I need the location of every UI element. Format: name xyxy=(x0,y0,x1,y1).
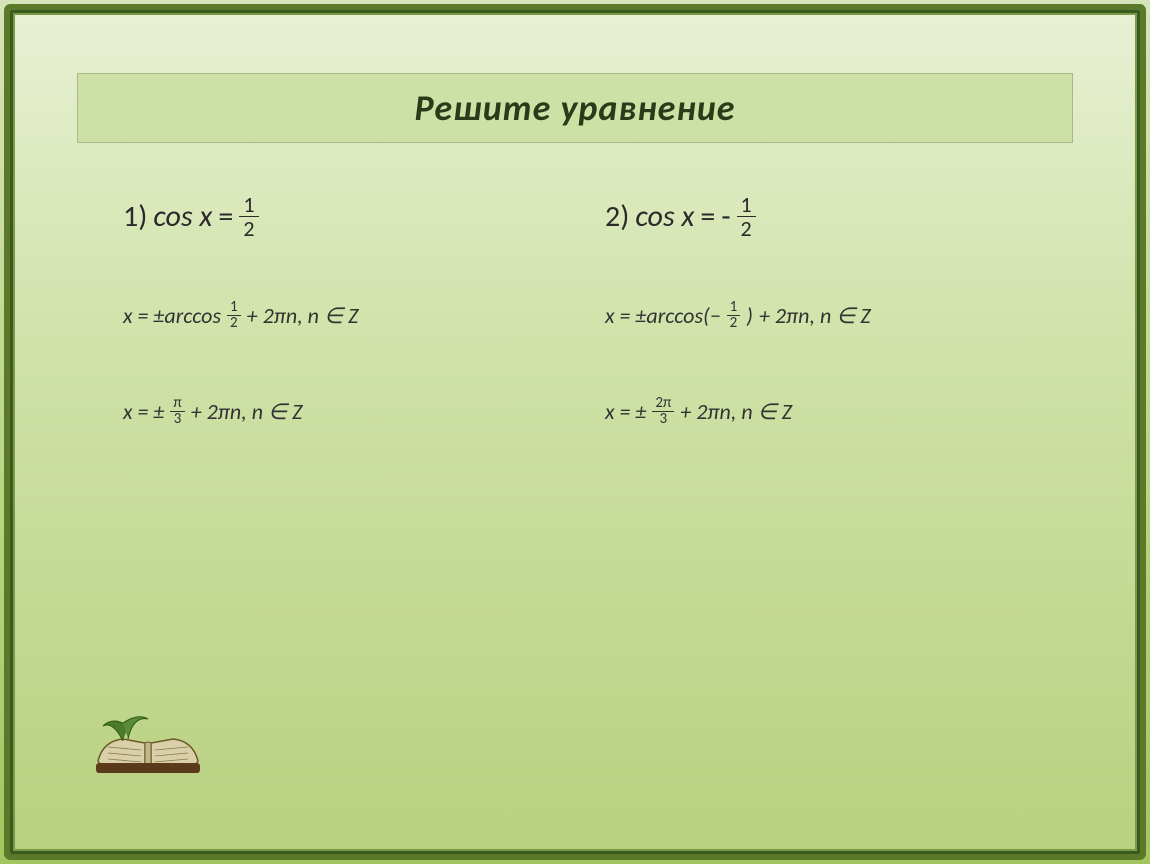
slide-title: Решите уравнение xyxy=(415,86,736,130)
content-area: 1) cos x = 1 2 x = ±arccos 1 2 + 2πn, n … xyxy=(43,193,1107,492)
sol-text: x = ± xyxy=(123,398,164,425)
frac-bot: 2 xyxy=(727,316,741,331)
sol-text: x = ±arccos xyxy=(123,302,221,329)
problem-1-solution-step-1: x = ±arccos 1 2 + 2πn, n ∈ Z xyxy=(123,300,545,331)
sol-suffix: + 2πn, n ∈ Z xyxy=(247,302,359,329)
problem-2-solution-step-2: x = ± 2π 3 + 2πn, n ∈ Z xyxy=(605,396,1027,427)
frac-bot: 3 xyxy=(171,412,185,427)
close-paren: ) xyxy=(746,302,753,329)
frac-bot: 2 xyxy=(227,316,241,331)
problem-2-label: 2) xyxy=(605,198,629,235)
problem-1-lhs: cos x xyxy=(153,198,212,235)
neg-sign: - xyxy=(721,198,730,235)
problem-2-lhs: cos x xyxy=(635,198,694,235)
problem-1-solution-step-2: x = ± π 3 + 2πn, n ∈ Z xyxy=(123,396,545,427)
sol-fraction: π 3 xyxy=(170,396,184,427)
frac-top: 1 xyxy=(737,193,756,217)
sol-suffix: + 2πn, n ∈ Z xyxy=(680,398,792,425)
problem-1-label: 1) xyxy=(123,198,147,235)
problem-2-solution-step-1: x = ±arccos(− 1 2 ) + 2πn, n ∈ Z xyxy=(605,300,1027,331)
frac-top: 1 xyxy=(239,193,258,217)
sol-fraction: 1 2 xyxy=(227,300,241,331)
sol-text: x = ±arccos(− xyxy=(605,302,721,329)
problem-1-statement: 1) cos x = 1 2 xyxy=(123,193,545,240)
problem-2: 2) cos x = - 1 2 x = ±arccos(− 1 2 ) xyxy=(605,193,1027,492)
sol-suffix: + 2πn, n ∈ Z xyxy=(759,302,871,329)
sol-fraction: 1 2 xyxy=(727,300,741,331)
slide-inner: Решите уравнение 1) cos x = 1 2 x = ±arc… xyxy=(43,43,1107,821)
eq-sign: = xyxy=(218,198,233,235)
problem-1: 1) cos x = 1 2 x = ±arccos 1 2 + 2πn, n … xyxy=(123,193,545,492)
eq-sign: = xyxy=(700,198,715,235)
sol-fraction: 2π 3 xyxy=(652,396,674,427)
frac-bot: 2 xyxy=(737,217,756,240)
book-icon xyxy=(93,701,203,781)
sol-text: x = ± xyxy=(605,398,646,425)
problem-2-fraction: 1 2 xyxy=(737,193,756,240)
problem-1-fraction: 1 2 xyxy=(239,193,258,240)
problem-2-statement: 2) cos x = - 1 2 xyxy=(605,193,1027,240)
sol-suffix: + 2πn, n ∈ Z xyxy=(191,398,303,425)
frac-bot: 2 xyxy=(239,217,258,240)
slide-frame: Решите уравнение 1) cos x = 1 2 x = ±arc… xyxy=(10,10,1140,854)
title-bar: Решите уравнение xyxy=(77,73,1073,143)
frac-bot: 3 xyxy=(657,412,671,427)
